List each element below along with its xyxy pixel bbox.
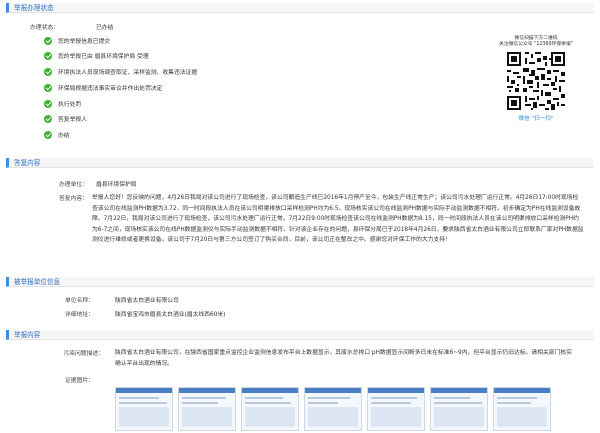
status-step-3: 环境执法人员现场调查取证、采样监测、收集违法证据 [44,67,197,78]
qr-account: 关注微信公众号 "12369环保举报" [499,42,573,47]
unit-addr-value: 陕西省宝鸡市眉县太白酒业(眉太线西60米) [115,312,226,318]
status-section-header: 举报办理状态 [6,3,594,13]
evidence-image-6[interactable] [430,387,488,431]
status-label: 办理状态： [30,25,59,31]
check-icon [44,99,52,108]
evidence-image-7[interactable] [493,387,551,431]
check-icon [44,83,52,92]
status-section: 举报办理状态 [6,3,594,13]
reply-section: 答复内容 [6,158,594,168]
evidence-image-1[interactable] [115,387,173,431]
status-step-6: 答复举报人 [44,114,87,125]
evidence-image-3[interactable] [241,387,299,431]
report-content-section-header: 举报内容 [6,330,594,340]
evidence-image-4[interactable] [304,387,362,431]
unit-name-label: 单位名称： [65,298,94,304]
check-icon [44,114,52,123]
reply-content-label: 答复内容： [59,196,88,202]
check-icon [44,51,52,60]
pollution-desc-text: 陕西省太白酒业有限公司，在陕西省国家重点监控企业监测信息发布平台上数据显示，其废… [115,350,572,367]
evidence-image-2[interactable] [178,387,236,431]
qr-caption: 微信 "扫一扫" [518,116,554,122]
evidence-image-5[interactable] [367,387,425,431]
status-step-7: 办结 [44,130,70,141]
check-icon [44,130,52,139]
evidence-label: 证据图片： [65,378,94,384]
status-step-2: 您的举报已由 眉县环境保护局 受理 [44,51,149,62]
reported-unit-section-header: 被举报单位信息 [6,277,594,287]
check-icon [44,36,52,45]
qr-panel: 微信扫描下方二维码 关注微信公众号 "12369环保举报" 微信 "扫一扫" [486,36,586,122]
reply-unit-value: 眉县环境保护局 [96,182,137,188]
unit-addr-label: 详细地址： [65,312,94,318]
status-step-4: 环保局根据违法事实审议并作出处罚决定 [44,83,162,94]
reply-section-header: 答复内容 [6,158,594,168]
unit-name-value: 陕西省太白酒业有限公司 [115,298,179,304]
report-content-section: 举报内容 [6,330,594,340]
status-step-1: 您的举报信息已提交 [44,36,110,47]
reported-unit-section: 被举报单位信息 [6,277,594,287]
qr-code-icon[interactable] [505,50,567,112]
reply-content-text: 举报人您好！您反映的问题，4月26日我局对该公司进行了现场检查，该公司酿造生产线… [92,195,584,244]
status-step-5: 执行处罚 [44,99,81,110]
reply-unit-label: 办理单位： [59,182,88,188]
status-value: 已办结 [96,25,114,31]
check-icon [44,67,52,76]
pollution-desc-label: 污染问题描述： [63,351,104,357]
